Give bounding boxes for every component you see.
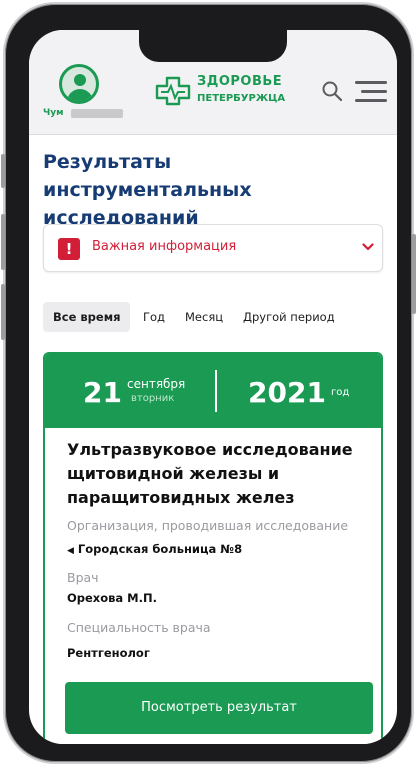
tab-year[interactable]: Год — [143, 302, 165, 332]
avatar-body-shape — [67, 89, 93, 101]
organization-label: Организация, проводившая исследование — [67, 518, 349, 533]
tab-other-period[interactable]: Другой период — [243, 302, 335, 332]
specialty-value: Рентгенолог — [67, 646, 150, 660]
phone-screen: Чум ЗДОРОВЬЕ ПЕТЕРБУРЖЦА Результаты инст… — [29, 30, 397, 744]
health-logo-icon — [155, 76, 191, 106]
page-title: Результаты инструментальных исследований — [43, 151, 252, 229]
chevron-down-icon — [362, 243, 374, 251]
date-month: сентября — [127, 377, 186, 391]
location-arrow-icon: ◀ — [67, 546, 74, 556]
user-name: Чум — [43, 108, 64, 118]
logo-title: ЗДОРОВЬЕ — [197, 74, 283, 89]
alert-icon: ! — [58, 238, 80, 260]
specialty-label: Специальность врача — [67, 620, 211, 635]
hamburger-menu-icon[interactable] — [355, 80, 387, 102]
search-icon[interactable] — [321, 80, 343, 102]
date-weekday: вторник — [131, 393, 175, 404]
camera-notch — [139, 30, 287, 62]
phone-side-button — [1, 154, 5, 188]
date-year: 2021 — [248, 376, 326, 409]
period-filter-tabs: Все время Год Месяц Другой период — [43, 300, 383, 334]
study-title: Ультразвуковое исследование щитовидной ж… — [67, 440, 353, 507]
user-name-redacted — [71, 109, 123, 118]
phone-side-button — [412, 234, 416, 314]
avatar-head-shape — [74, 74, 86, 86]
tab-all-time[interactable]: Все время — [43, 302, 131, 332]
phone-side-button — [1, 284, 5, 340]
study-result-card: 21 сентября вторник 2021 год Ультразвуко… — [43, 352, 383, 744]
phone-side-button — [1, 214, 5, 270]
card-date-header: 21 сентября вторник 2021 год — [45, 354, 381, 428]
doctor-value: Орехова М.П. — [67, 591, 157, 605]
important-info-dropdown[interactable]: ! Важная информация — [43, 224, 383, 272]
date-year-label: год — [331, 387, 350, 398]
user-avatar[interactable] — [59, 64, 99, 104]
tab-month[interactable]: Месяц — [185, 302, 223, 332]
logo-subtitle: ПЕТЕРБУРЖЦА — [197, 93, 286, 104]
date-divider — [215, 370, 217, 412]
date-day: 21 — [83, 376, 122, 409]
alert-label: Важная информация — [92, 239, 237, 254]
doctor-label: Врач — [67, 570, 99, 585]
organization-value: ◀ Городская больница №8 — [67, 542, 242, 556]
organization-name: Городская больница №8 — [77, 542, 243, 556]
phone-frame: Чум ЗДОРОВЬЕ ПЕТЕРБУРЖЦА Результаты инст… — [1, 2, 416, 764]
view-result-button[interactable]: Посмотреть результат — [65, 682, 373, 734]
